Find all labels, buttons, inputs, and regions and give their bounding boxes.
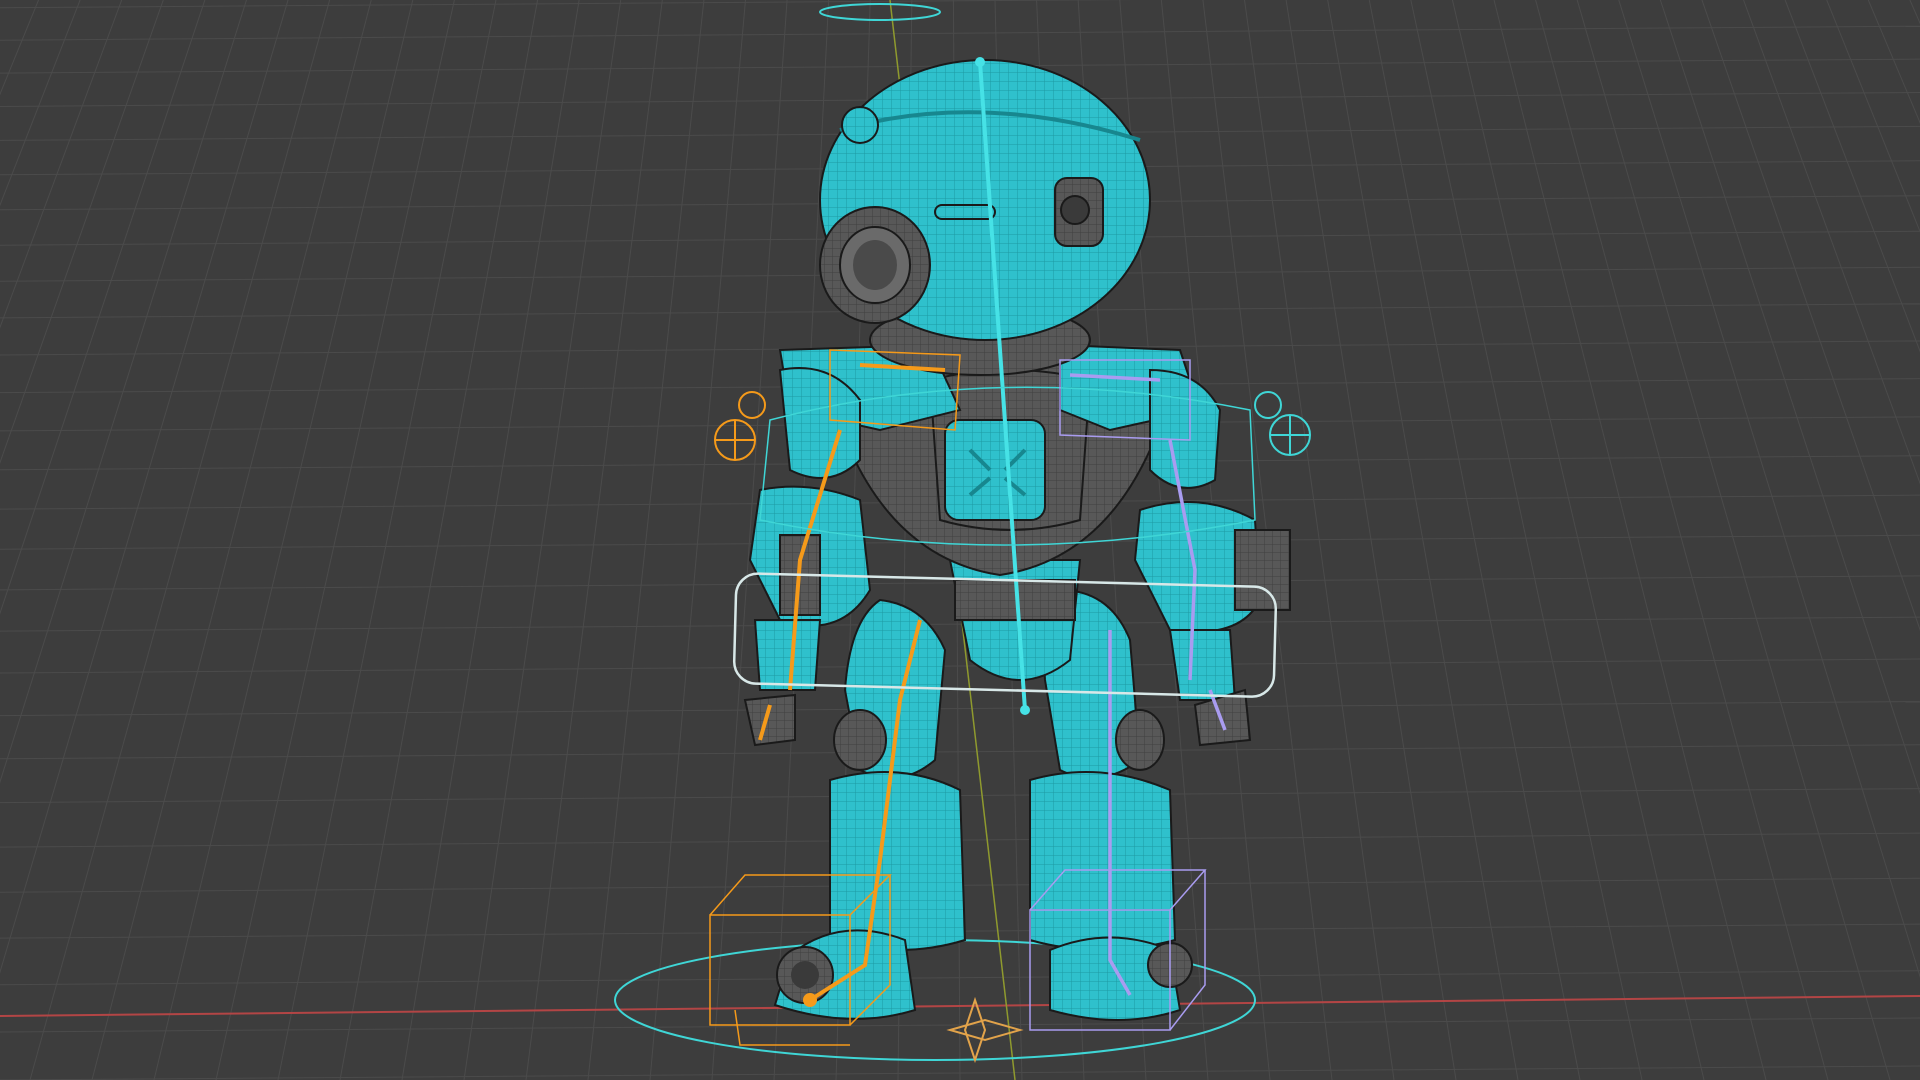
- grid-line: [1909, 0, 1920, 25]
- robot-model[interactable]: [743, 59, 1291, 1021]
- grid-line: [0, 0, 206, 615]
- ik-target-icon-right[interactable]: [1254, 391, 1311, 456]
- grid-line: [0, 0, 247, 784]
- grid-line: [215, 0, 455, 1080]
- right-arm[interactable]: [1133, 368, 1291, 747]
- grid-line: [463, 0, 622, 1080]
- grid-line: [401, 0, 580, 1080]
- grid-line: [1826, 0, 1920, 233]
- grid-line: [1867, 0, 1920, 124]
- grid-line: [649, 0, 746, 1080]
- head[interactable]: [819, 59, 1151, 341]
- grid-line: [0, 0, 289, 974]
- 3d-viewport[interactable]: [0, 0, 1920, 1080]
- grid-line: [29, 0, 331, 1080]
- grid-line: [525, 0, 663, 1080]
- grid-line: [587, 0, 705, 1080]
- grid-line: [153, 0, 414, 1080]
- grid-line: [277, 0, 497, 1080]
- grid-line: [0, 701, 1920, 717]
- grid-line: [91, 0, 372, 1080]
- grid-line: [0, 25, 1920, 41]
- grid-line: [1410, 0, 1643, 1080]
- top-control-circle[interactable]: [819, 3, 941, 21]
- grid-line: [0, 970, 1920, 986]
- grid-line: [339, 0, 539, 1080]
- grid-line: [0, 0, 39, 96]
- grid-line: [1368, 0, 1581, 1080]
- viewport-canvas[interactable]: [0, 0, 1920, 1080]
- grid-line: [0, 658, 1920, 674]
- grid-line: [1327, 0, 1519, 1080]
- grid-line: [0, 0, 81, 207]
- grid-line: [1451, 0, 1705, 1080]
- grid-line: [0, 0, 123, 329]
